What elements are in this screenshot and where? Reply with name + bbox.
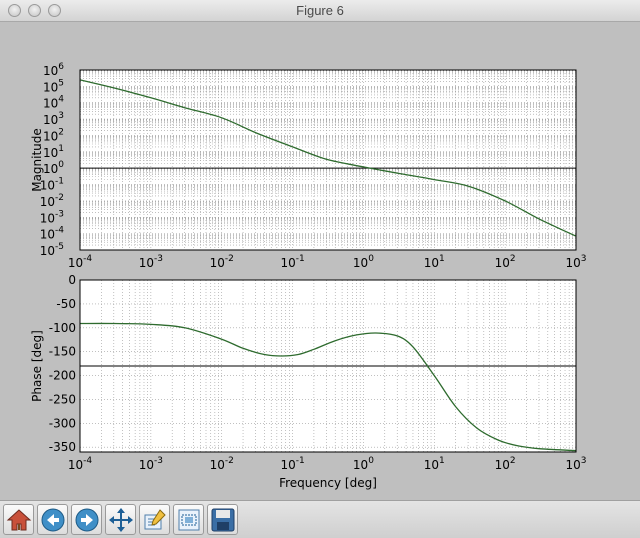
y-tick-label: 10-3	[40, 209, 64, 225]
x-tick-label: 103	[565, 254, 586, 270]
y-tick-label: 102	[43, 127, 64, 143]
x-tick-label: 10-3	[139, 456, 163, 472]
figure-canvas[interactable]: 10-4 10-3 10-2 10-1 100 101 102 103 106 105 104 103…	[0, 22, 640, 500]
y-axis-label: Phase [deg]	[30, 330, 44, 402]
x-tick-label: 10-1	[280, 456, 304, 472]
x-tick-label: 10-2	[210, 456, 234, 472]
x-tick-label: 10-4	[68, 456, 93, 472]
pan-icon	[109, 508, 133, 532]
zoom-rect-button[interactable]	[173, 504, 204, 535]
y-tick-label: 101	[43, 144, 64, 160]
home-button[interactable]	[3, 504, 34, 535]
y-tick-label: 0	[68, 273, 76, 287]
y-tick-label: 106	[43, 62, 64, 78]
y-tick-label: 104	[43, 95, 64, 111]
x-tick-label: 10-2	[210, 254, 234, 270]
x-tick-label: 103	[565, 456, 586, 472]
back-button[interactable]	[37, 504, 68, 535]
x-tick-label: 102	[495, 254, 516, 270]
x-tick-label: 101	[424, 456, 445, 472]
x-tick-label: 102	[495, 456, 516, 472]
pan-button[interactable]	[105, 504, 136, 535]
y-tick-label: 10-5	[40, 242, 64, 258]
x-axis-label: Frequency [deg]	[279, 476, 377, 490]
save-button[interactable]	[207, 504, 238, 535]
y-tick-label: 10-2	[40, 193, 64, 209]
x-tick-label: 101	[424, 254, 445, 270]
x-tick-label: 100	[353, 254, 374, 270]
window-title: Figure 6	[296, 3, 344, 18]
forward-button[interactable]	[71, 504, 102, 535]
y-tick-label: 100	[43, 160, 64, 176]
x-tick-label: 10-1	[280, 254, 304, 270]
x-tick-label: 10-4	[68, 254, 93, 270]
configure-subplots-button[interactable]	[139, 504, 170, 535]
zoom-rect-icon	[178, 509, 200, 531]
y-tick-label: -100	[49, 321, 76, 335]
axes-panel-2: 10-4 10-3 10-2 10-1 100 101 102 103 0 -50 -100 -150…	[30, 273, 587, 490]
y-tick-label: -200	[49, 369, 76, 383]
configure-subplots-icon	[144, 509, 166, 530]
y-tick-label: -300	[49, 416, 76, 430]
title-bar: Figure 6	[0, 0, 640, 22]
y-tick-label: 103	[43, 111, 64, 127]
y-tick-label: -250	[49, 392, 76, 406]
forward-arrow-icon	[75, 508, 99, 532]
back-arrow-icon	[41, 508, 65, 532]
y-tick-label: -350	[49, 440, 76, 454]
x-tick-label: 10-3	[139, 254, 163, 270]
axes-panel-1: 10-4 10-3 10-2 10-1 100 101 102 103106105104103…	[30, 62, 587, 270]
x-tick-label: 100	[353, 456, 374, 472]
save-icon	[211, 508, 235, 532]
y-tick-label: 10-4	[40, 226, 65, 242]
navigation-toolbar	[0, 500, 640, 538]
y-tick-label: -50	[56, 297, 76, 311]
home-icon	[6, 509, 32, 531]
plot-svg: 10-4 10-3 10-2 10-1 100 101 102 103106105104103…	[30, 62, 587, 490]
y-axis-label: Magnitude	[30, 128, 44, 192]
y-tick-label: 105	[43, 78, 64, 94]
figure-window: Figure 6 10-4 10-3 10-2 10-1 100 101 102 103 106…	[0, 0, 640, 538]
y-tick-label: -150	[49, 345, 76, 359]
